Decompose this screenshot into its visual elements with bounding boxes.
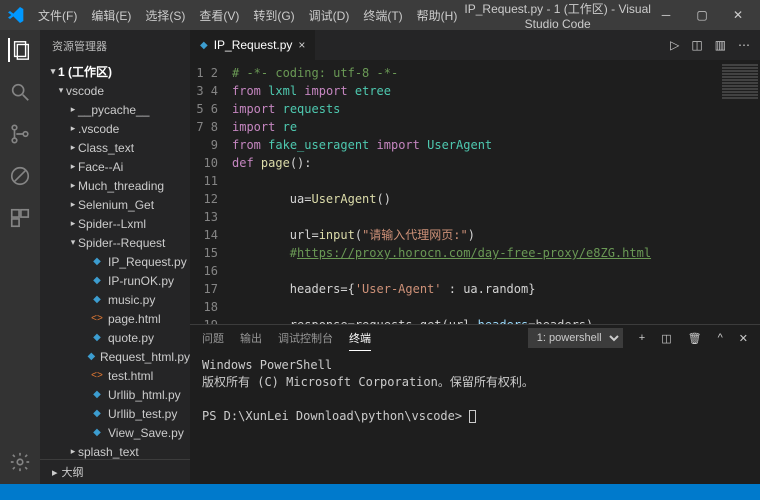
sidebar-header: 资源管理器	[40, 30, 190, 62]
tree-item[interactable]: ◆IP_Request.py	[40, 252, 190, 271]
split-editor-icon[interactable]: ◫	[691, 38, 702, 52]
layout-icon[interactable]: ▥	[715, 38, 726, 52]
tree-item[interactable]: ▾1 (工作区)	[40, 62, 190, 81]
tab-label: IP_Request.py	[214, 38, 293, 52]
menu-item[interactable]: 编辑(E)	[85, 3, 137, 28]
settings-gear-icon[interactable]	[8, 450, 32, 474]
menu-item[interactable]: 转到(G)	[247, 3, 300, 28]
window-title: IP_Request.py - 1 (工作区) - Visual Studio …	[463, 0, 652, 31]
window-maximize-icon[interactable]: ▢	[688, 8, 716, 22]
menu-bar: 文件(F)编辑(E)选择(S)查看(V)转到(G)调试(D)终端(T)帮助(H)	[32, 3, 463, 28]
terminal-selector[interactable]: 1: powershell	[528, 328, 623, 348]
search-icon[interactable]	[8, 80, 32, 104]
menu-item[interactable]: 终端(T)	[357, 3, 408, 28]
code-content[interactable]: # -*- coding: utf-8 -*- from lxml import…	[232, 60, 760, 324]
menu-item[interactable]: 文件(F)	[32, 3, 83, 28]
minimap[interactable]	[720, 60, 760, 324]
panel-tab[interactable]: 输出	[240, 326, 262, 350]
vscode-icon	[8, 7, 24, 23]
window-minimize-icon[interactable]: ─	[652, 8, 680, 22]
terminal[interactable]: Windows PowerShell 版权所有 (C) Microsoft Co…	[190, 351, 760, 484]
line-gutter: 1 2 3 4 5 6 7 8 9 10 11 12 13 14 15 16 1…	[190, 60, 232, 324]
debug-icon[interactable]	[8, 164, 32, 188]
explorer-icon[interactable]	[8, 38, 32, 62]
tree-item[interactable]: ▸Spider--Lxml	[40, 214, 190, 233]
tree-item[interactable]: ▸.vscode	[40, 119, 190, 138]
source-control-icon[interactable]	[8, 122, 32, 146]
tree-item[interactable]: ◆View_Save.py	[40, 423, 190, 442]
panel-tabs: 问题输出调试控制台终端 1: powershell + ◫ 🗑 ^ ✕	[190, 325, 760, 351]
maximize-panel-icon[interactable]: ^	[718, 332, 723, 344]
tree-item[interactable]: <>page.html	[40, 309, 190, 328]
titlebar: 文件(F)编辑(E)选择(S)查看(V)转到(G)调试(D)终端(T)帮助(H)…	[0, 0, 760, 30]
tree-item[interactable]: ◆music.py	[40, 290, 190, 309]
tree-item[interactable]: ◆Request_html.py	[40, 347, 190, 366]
new-terminal-icon[interactable]: +	[639, 332, 645, 344]
panel-tab[interactable]: 终端	[349, 326, 371, 351]
panel-tab[interactable]: 问题	[202, 326, 224, 350]
tree-item[interactable]: ▸__pycache__	[40, 100, 190, 119]
kill-terminal-icon[interactable]: 🗑	[688, 332, 702, 345]
python-file-icon: ◆	[200, 40, 208, 51]
menu-item[interactable]: 选择(S)	[139, 3, 191, 28]
tab-ip-request[interactable]: ◆ IP_Request.py ×	[190, 30, 316, 60]
bottom-panel: 问题输出调试控制台终端 1: powershell + ◫ 🗑 ^ ✕ Wind…	[190, 324, 760, 484]
tree-item[interactable]: ◆Urllib_test.py	[40, 404, 190, 423]
tree-item[interactable]: ▾vscode	[40, 81, 190, 100]
sidebar: 资源管理器 ▾1 (工作区)▾vscode▸__pycache__▸.vscod…	[40, 30, 190, 484]
tree-item[interactable]: ▾Spider--Request	[40, 233, 190, 252]
close-panel-icon[interactable]: ✕	[739, 332, 748, 345]
activity-bar	[0, 30, 40, 484]
menu-item[interactable]: 调试(D)	[303, 3, 356, 28]
menu-item[interactable]: 查看(V)	[193, 3, 245, 28]
run-icon[interactable]: ▷	[670, 38, 679, 52]
split-terminal-icon[interactable]: ◫	[661, 332, 671, 345]
code-editor[interactable]: 1 2 3 4 5 6 7 8 9 10 11 12 13 14 15 16 1…	[190, 60, 760, 324]
file-tree[interactable]: ▾1 (工作区)▾vscode▸__pycache__▸.vscode▸Clas…	[40, 62, 190, 459]
tree-item[interactable]: ▸Much_threading	[40, 176, 190, 195]
sidebar-outline[interactable]: ▸大纲	[40, 459, 190, 484]
editor-tabs: ◆ IP_Request.py × ▷ ◫ ▥ ⋯	[190, 30, 760, 60]
more-icon[interactable]: ⋯	[738, 38, 750, 52]
extensions-icon[interactable]	[8, 206, 32, 230]
tree-item[interactable]: ▸Class_text	[40, 138, 190, 157]
tree-item[interactable]: ▸Selenium_Get	[40, 195, 190, 214]
panel-tab[interactable]: 调试控制台	[278, 326, 333, 350]
window-close-icon[interactable]: ✕	[724, 8, 752, 22]
tree-item[interactable]: ◆Urllib_html.py	[40, 385, 190, 404]
menu-item[interactable]: 帮助(H)	[411, 3, 464, 28]
tree-item[interactable]: ▸Face--Ai	[40, 157, 190, 176]
tree-item[interactable]: <>test.html	[40, 366, 190, 385]
tree-item[interactable]: ▸splash_text	[40, 442, 190, 459]
tree-item[interactable]: ◆quote.py	[40, 328, 190, 347]
editor-area: ◆ IP_Request.py × ▷ ◫ ▥ ⋯ 1 2 3 4 5 6 7 …	[190, 30, 760, 484]
tree-item[interactable]: ◆IP-runOK.py	[40, 271, 190, 290]
close-icon[interactable]: ×	[298, 38, 305, 52]
status-bar[interactable]	[0, 484, 760, 500]
